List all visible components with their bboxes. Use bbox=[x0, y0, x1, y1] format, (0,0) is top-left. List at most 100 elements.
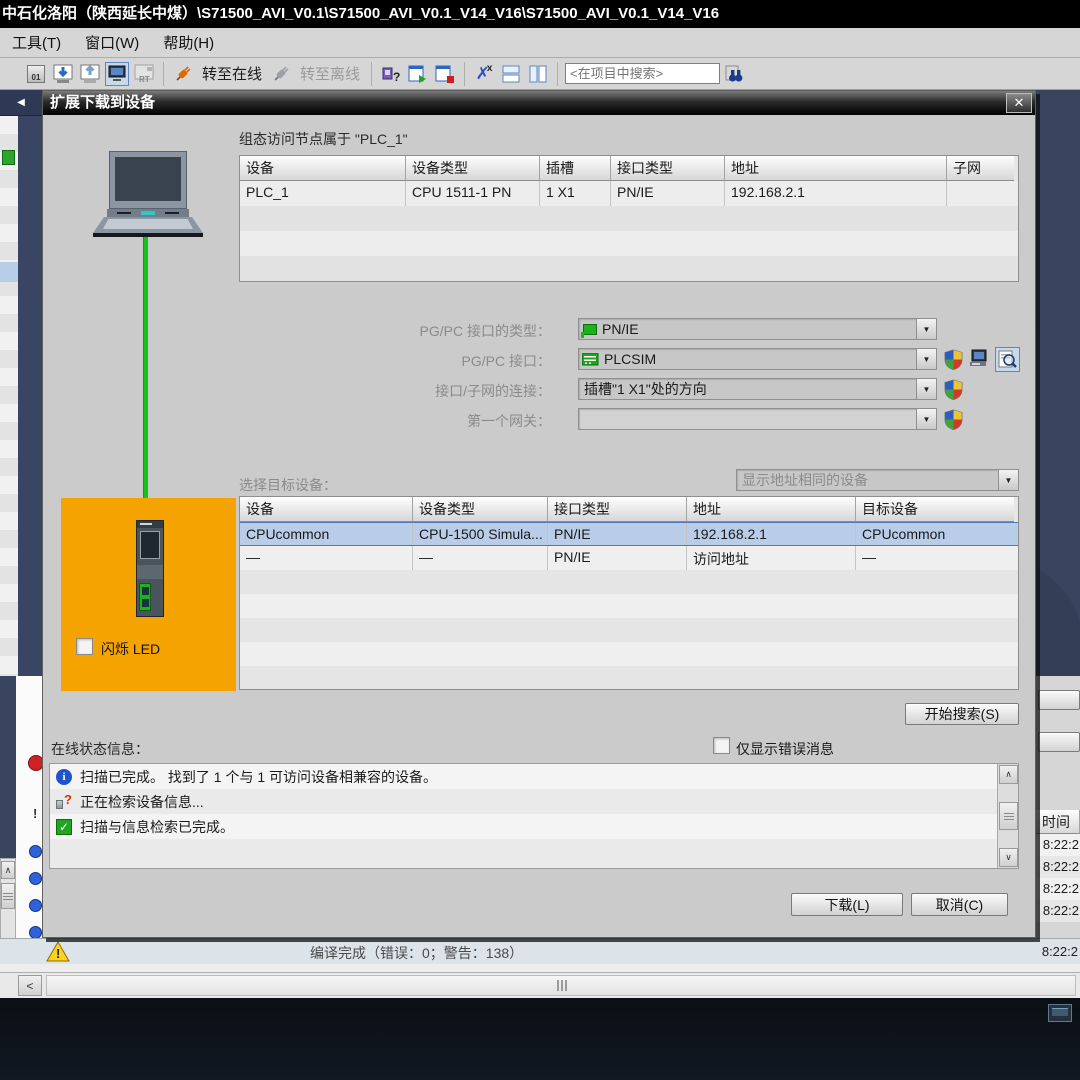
column-header[interactable]: 子网 bbox=[947, 156, 1014, 181]
table-empty-row bbox=[240, 206, 1018, 231]
status-message-row[interactable]: i 扫描已完成。 找到了 1 个与 1 可访问设备相兼容的设备。 bbox=[50, 764, 1018, 789]
project-search-input[interactable] bbox=[565, 63, 720, 84]
cross-reference-icon[interactable]: ✗x bbox=[472, 62, 496, 86]
online-status-label: 在线状态信息： bbox=[51, 739, 149, 759]
status-message-text: 扫描已完成。 找到了 1 个与 1 可访问设备相兼容的设备。 bbox=[80, 767, 437, 787]
background-selected-row bbox=[0, 262, 18, 282]
chevron-down-icon[interactable]: ▼ bbox=[916, 409, 936, 429]
configured-node-table: 设备 设备类型 插槽 接口类型 地址 子网 PLC_1 CPU 1511-1 P… bbox=[239, 155, 1019, 282]
table-row[interactable]: PLC_1 CPU 1511-1 PN 1 X1 PN/IE 192.168.2… bbox=[240, 181, 1018, 206]
start-cpu-icon[interactable] bbox=[406, 62, 430, 86]
only-errors-label: 仅显示错误消息 bbox=[736, 739, 834, 759]
pgpc-type-label: PG/PC 接口的类型： bbox=[283, 321, 551, 341]
chevron-down-icon[interactable]: ▼ bbox=[916, 319, 936, 339]
timestamp-cell: 8:22:2 bbox=[1036, 900, 1080, 922]
scroll-up-button[interactable]: ∧ bbox=[999, 765, 1018, 784]
device-search-magnifier-icon[interactable] bbox=[995, 347, 1020, 372]
split-vertical-icon[interactable] bbox=[526, 62, 550, 86]
search-binoculars-icon[interactable] bbox=[723, 62, 747, 86]
stop-cpu-icon[interactable] bbox=[433, 62, 457, 86]
table-row-selected[interactable]: CPUcommon CPU-1500 Simula... PN/IE 192.1… bbox=[240, 522, 1018, 546]
status-message-text: 正在检索设备信息... bbox=[80, 792, 204, 812]
target-device-table: 设备 设备类型 接口类型 地址 目标设备 CPUcommon CPU-1500 … bbox=[239, 496, 1019, 690]
tray-monitor-icon[interactable] bbox=[1048, 1004, 1072, 1022]
column-header[interactable]: 地址 bbox=[725, 156, 947, 181]
table-row[interactable]: — — PN/IE 访问地址 — bbox=[240, 546, 1018, 570]
first-gateway-combo[interactable]: ▼ bbox=[578, 408, 937, 430]
go-offline-icon bbox=[269, 62, 293, 86]
column-header[interactable]: 接口类型 bbox=[611, 156, 725, 181]
table-empty-row bbox=[240, 570, 1018, 594]
column-header[interactable]: 地址 bbox=[687, 497, 856, 522]
go-online-button[interactable]: 转至在线 bbox=[198, 63, 266, 84]
column-header[interactable]: 设备类型 bbox=[406, 156, 540, 181]
upload-from-device-icon[interactable] bbox=[78, 62, 102, 86]
scrollbar-thumb[interactable] bbox=[999, 802, 1018, 830]
window-title: 中石化洛阳（陕西延长中煤）\S71500_AVI_V0.1\S71500_AVI… bbox=[0, 0, 1080, 28]
target-filter-combo[interactable]: 显示地址相同的设备 ▼ bbox=[736, 469, 1019, 491]
pgpc-interface-combo[interactable]: PLCSIM ▼ bbox=[578, 348, 937, 370]
flash-led-label: 闪烁 LED bbox=[101, 639, 160, 659]
scrollbar-thumb[interactable] bbox=[46, 975, 1076, 996]
chevron-left-icon: ◀ bbox=[17, 97, 25, 108]
show-accessible-devices-icon[interactable] bbox=[969, 349, 993, 371]
status-message-row[interactable]: ? 正在检索设备信息... bbox=[50, 789, 1018, 814]
flash-led-checkbox[interactable] bbox=[76, 638, 93, 655]
menu-help[interactable]: 帮助(H) bbox=[151, 32, 226, 53]
split-horizontal-icon[interactable] bbox=[499, 62, 523, 86]
config-node-label: 组态访问节点属于 "PLC_1" bbox=[239, 129, 408, 149]
success-check-icon: ✓ bbox=[56, 819, 72, 835]
column-header[interactable]: 目标设备 bbox=[856, 497, 1014, 522]
scrollbar-thumb[interactable] bbox=[1, 883, 15, 909]
background-exclaim-icon: ! bbox=[33, 806, 37, 821]
download-to-device-icon[interactable] bbox=[51, 62, 75, 86]
chevron-down-icon[interactable]: ▼ bbox=[998, 470, 1018, 490]
table-empty-row bbox=[240, 666, 1018, 689]
message-list-scrollbar[interactable]: ∧ ∨ bbox=[997, 764, 1018, 868]
warning-triangle-icon: ! bbox=[46, 941, 70, 962]
start-simulation-icon[interactable] bbox=[105, 62, 129, 86]
chevron-down-icon: ∨ bbox=[1005, 852, 1012, 863]
collapse-panel-button[interactable]: ◀ bbox=[0, 90, 42, 116]
dialog-close-button[interactable]: ✕ bbox=[1006, 93, 1032, 113]
info-icon: i bbox=[56, 769, 72, 785]
background-navy-strip bbox=[18, 90, 42, 702]
column-header[interactable]: 接口类型 bbox=[548, 497, 687, 522]
download-button[interactable]: 下载(L) bbox=[791, 893, 903, 916]
table-empty-row bbox=[240, 594, 1018, 618]
horizontal-scrollbar[interactable]: < bbox=[0, 972, 1080, 998]
pg-laptop-illustration bbox=[93, 149, 203, 239]
column-header[interactable]: 设备类型 bbox=[413, 497, 548, 522]
time-column-header: 时间 bbox=[1036, 810, 1080, 834]
go-online-icon[interactable] bbox=[171, 62, 195, 86]
plcsim-adapter-icon bbox=[582, 353, 599, 366]
accessible-devices-icon[interactable]: ? bbox=[379, 62, 403, 86]
timestamp-cell: 8:22:2 bbox=[1042, 944, 1078, 959]
table-empty-row bbox=[240, 642, 1018, 666]
scroll-down-button[interactable]: ∨ bbox=[999, 848, 1018, 867]
start-runtime-icon[interactable]: RT bbox=[132, 62, 156, 86]
table-empty-row bbox=[240, 256, 1018, 281]
pgpc-type-combo[interactable]: PN/IE ▼ bbox=[578, 318, 937, 340]
load-memory-icon[interactable]: 01 bbox=[24, 62, 48, 86]
svg-text:!: ! bbox=[56, 946, 60, 961]
menu-tools[interactable]: 工具(T) bbox=[0, 32, 73, 53]
start-search-button[interactable]: 开始搜索(S) bbox=[905, 703, 1019, 725]
column-header[interactable]: 设备 bbox=[240, 156, 406, 181]
scroll-left-button[interactable]: < bbox=[18, 975, 42, 996]
menu-window[interactable]: 窗口(W) bbox=[73, 32, 151, 53]
go-offline-button: 转至离线 bbox=[296, 63, 364, 84]
chevron-down-icon[interactable]: ▼ bbox=[916, 349, 936, 369]
subnet-connection-combo[interactable]: 插槽"1 X1"处的方向 ▼ bbox=[578, 378, 937, 400]
chevron-down-icon[interactable]: ▼ bbox=[916, 379, 936, 399]
column-header[interactable]: 插槽 bbox=[540, 156, 611, 181]
cancel-button[interactable]: 取消(C) bbox=[911, 893, 1008, 916]
scroll-up-button[interactable]: ∧ bbox=[1, 861, 15, 879]
column-header[interactable]: 设备 bbox=[240, 497, 413, 522]
only-errors-checkbox[interactable] bbox=[713, 737, 730, 754]
svg-text:?: ? bbox=[393, 70, 400, 84]
background-message-icon bbox=[29, 899, 42, 912]
extended-download-dialog: 扩展下载到设备 ✕ 组态访问节点属于 "PLC_1" 设备 设备类型 插槽 接口… bbox=[42, 90, 1036, 938]
status-message-row[interactable]: ✓ 扫描与信息检索已完成。 bbox=[50, 814, 1018, 839]
close-icon: ✕ bbox=[1014, 95, 1025, 111]
